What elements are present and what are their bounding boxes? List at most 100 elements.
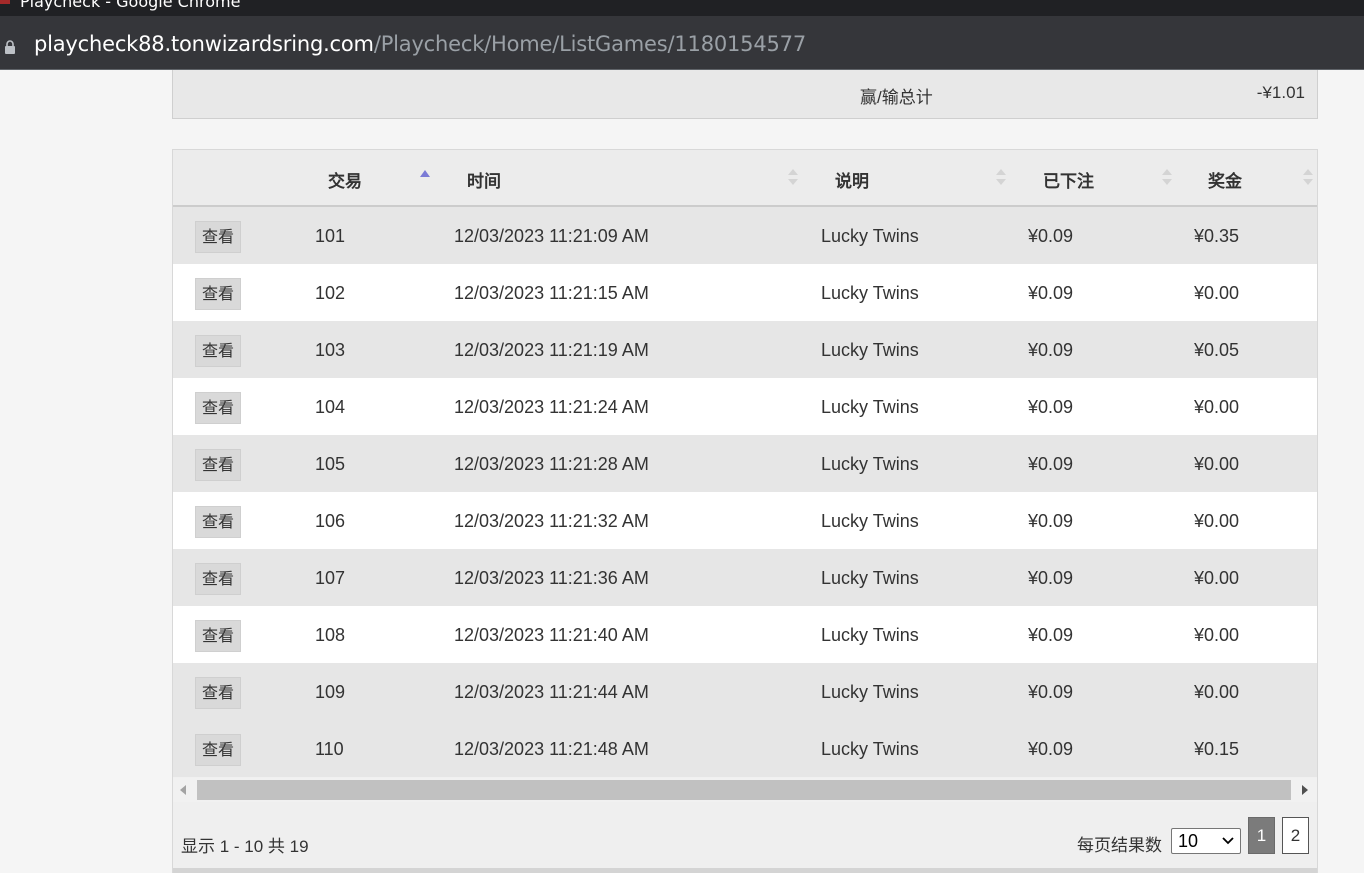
view-button[interactable]: 查看 bbox=[195, 335, 241, 367]
column-header-winnings[interactable]: 奖金 bbox=[1208, 167, 1242, 192]
winnings-cell: ¥0.00 bbox=[1194, 625, 1240, 645]
time-cell: 12/03/2023 11:21:32 AM bbox=[454, 511, 649, 531]
table-row: 查看 101 12/03/2023 11:21:09 AM Lucky Twin… bbox=[173, 207, 1317, 264]
description-cell: Lucky Twins bbox=[821, 568, 919, 588]
window-title: Playcheck - Google Chrome bbox=[20, 0, 241, 11]
table-row: 查看 110 12/03/2023 11:21:48 AM Lucky Twin… bbox=[173, 720, 1317, 777]
view-button[interactable]: 查看 bbox=[195, 449, 241, 481]
transaction-cell: 105 bbox=[315, 454, 346, 474]
time-cell: 12/03/2023 11:21:36 AM bbox=[454, 568, 649, 588]
browser-titlebar: Playcheck - Google Chrome bbox=[0, 0, 1364, 16]
page-button-2[interactable]: 2 bbox=[1282, 817, 1309, 854]
description-cell: Lucky Twins bbox=[821, 454, 919, 474]
description-cell: Lucky Twins bbox=[821, 397, 919, 417]
lock-icon[interactable] bbox=[4, 40, 16, 54]
time-cell: 12/03/2023 11:21:40 AM bbox=[454, 625, 649, 645]
results-per-page-select[interactable]: 10 bbox=[1171, 828, 1241, 854]
url-text[interactable]: playcheck88.tonwizardsring.com/Playcheck… bbox=[34, 30, 806, 58]
transaction-cell: 110 bbox=[315, 739, 344, 759]
sort-both-icon[interactable] bbox=[1161, 165, 1173, 189]
transaction-cell: 106 bbox=[315, 511, 346, 531]
horizontal-scrollbar[interactable] bbox=[173, 778, 1317, 802]
view-button[interactable]: 查看 bbox=[195, 620, 241, 652]
column-header-description[interactable]: 说明 bbox=[835, 167, 869, 192]
winnings-cell: ¥0.00 bbox=[1194, 283, 1240, 303]
sort-both-icon[interactable] bbox=[1302, 165, 1314, 189]
scrollbar-thumb[interactable] bbox=[197, 780, 1291, 800]
time-cell: 12/03/2023 11:21:44 AM bbox=[454, 682, 649, 702]
winnings-cell: ¥0.00 bbox=[1194, 397, 1240, 417]
description-cell: Lucky Twins bbox=[821, 226, 919, 246]
games-table: 交易 时间 说明 已下注 奖金 查看 101 12/03/2023 11:21:… bbox=[172, 149, 1318, 873]
description-cell: Lucky Twins bbox=[821, 625, 919, 645]
description-cell: Lucky Twins bbox=[821, 283, 919, 303]
total-win-loss-value: -¥1.01 bbox=[1256, 83, 1305, 102]
bet-cell: ¥0.09 bbox=[1028, 625, 1074, 645]
view-button[interactable]: 查看 bbox=[195, 278, 241, 310]
bet-cell: ¥0.09 bbox=[1028, 283, 1074, 303]
address-bar[interactable]: playcheck88.tonwizardsring.com/Playcheck… bbox=[0, 16, 1364, 70]
scroll-left-arrow-icon[interactable] bbox=[177, 783, 189, 797]
scroll-right-arrow-icon[interactable] bbox=[1299, 783, 1311, 797]
column-header-time[interactable]: 时间 bbox=[467, 167, 501, 192]
bet-cell: ¥0.09 bbox=[1028, 739, 1074, 759]
winnings-cell: ¥0.05 bbox=[1194, 340, 1240, 360]
winnings-cell: ¥0.00 bbox=[1194, 682, 1240, 702]
table-row: 查看 105 12/03/2023 11:21:28 AM Lucky Twin… bbox=[173, 435, 1317, 492]
table-header: 交易 时间 说明 已下注 奖金 bbox=[173, 150, 1317, 207]
table-row: 查看 103 12/03/2023 11:21:19 AM Lucky Twin… bbox=[173, 321, 1317, 378]
table-row: 查看 104 12/03/2023 11:21:24 AM Lucky Twin… bbox=[173, 378, 1317, 435]
total-win-loss-label: 赢/输总计 bbox=[860, 88, 933, 107]
bet-cell: ¥0.09 bbox=[1028, 397, 1074, 417]
table-row: 查看 106 12/03/2023 11:21:32 AM Lucky Twin… bbox=[173, 492, 1317, 549]
url-path: /Playcheck/Home/ListGames/1180154577 bbox=[373, 32, 806, 56]
bet-cell: ¥0.09 bbox=[1028, 511, 1074, 531]
bet-cell: ¥0.09 bbox=[1028, 682, 1074, 702]
time-cell: 12/03/2023 11:21:24 AM bbox=[454, 397, 649, 417]
transaction-cell: 104 bbox=[315, 397, 346, 417]
transaction-cell: 101 bbox=[315, 226, 346, 246]
bet-cell: ¥0.09 bbox=[1028, 454, 1074, 474]
description-cell: Lucky Twins bbox=[821, 682, 919, 702]
transaction-cell: 108 bbox=[315, 625, 346, 645]
table-row: 查看 109 12/03/2023 11:21:44 AM Lucky Twin… bbox=[173, 663, 1317, 720]
time-cell: 12/03/2023 11:21:28 AM bbox=[454, 454, 649, 474]
chevron-down-icon bbox=[1222, 837, 1234, 845]
winnings-cell: ¥0.15 bbox=[1194, 739, 1240, 759]
description-cell: Lucky Twins bbox=[821, 340, 919, 360]
transaction-cell: 109 bbox=[315, 682, 346, 702]
bet-cell: ¥0.09 bbox=[1028, 568, 1074, 588]
view-button[interactable]: 查看 bbox=[195, 677, 241, 709]
winnings-cell: ¥0.00 bbox=[1194, 454, 1240, 474]
table-row: 查看 108 12/03/2023 11:21:40 AM Lucky Twin… bbox=[173, 606, 1317, 663]
time-cell: 12/03/2023 11:21:09 AM bbox=[454, 226, 649, 246]
table-row: 查看 102 12/03/2023 11:21:15 AM Lucky Twin… bbox=[173, 264, 1317, 321]
sort-both-icon[interactable] bbox=[787, 165, 799, 189]
view-button[interactable]: 查看 bbox=[195, 506, 241, 538]
view-button[interactable]: 查看 bbox=[195, 221, 241, 253]
column-header-bet[interactable]: 已下注 bbox=[1043, 167, 1094, 192]
sort-both-icon[interactable] bbox=[995, 165, 1007, 189]
results-per-page-label: 每页结果数 bbox=[1077, 836, 1162, 855]
time-cell: 12/03/2023 11:21:19 AM bbox=[454, 340, 649, 360]
winnings-cell: ¥0.00 bbox=[1194, 511, 1240, 531]
time-cell: 12/03/2023 11:21:15 AM bbox=[454, 283, 649, 303]
pagination-info: 显示 1 - 10 共 19 bbox=[181, 837, 309, 856]
description-cell: Lucky Twins bbox=[821, 739, 919, 759]
column-header-transaction[interactable]: 交易 bbox=[328, 167, 362, 192]
transaction-cell: 107 bbox=[315, 568, 346, 588]
view-button[interactable]: 查看 bbox=[195, 734, 241, 766]
winnings-cell: ¥0.00 bbox=[1194, 568, 1240, 588]
view-button[interactable]: 查看 bbox=[195, 563, 241, 595]
site-favicon-icon bbox=[0, 0, 10, 4]
sort-ascending-icon[interactable] bbox=[419, 165, 431, 189]
footer-divider bbox=[173, 868, 1317, 873]
page-button-1[interactable]: 1 bbox=[1248, 817, 1275, 854]
url-host: playcheck88.tonwizardsring.com bbox=[34, 32, 374, 56]
transaction-cell: 102 bbox=[315, 283, 346, 303]
table-row: 查看 107 12/03/2023 11:21:36 AM Lucky Twin… bbox=[173, 549, 1317, 606]
view-button[interactable]: 查看 bbox=[195, 392, 241, 424]
transaction-cell: 103 bbox=[315, 340, 346, 360]
winnings-cell: ¥0.35 bbox=[1194, 226, 1240, 246]
bet-cell: ¥0.09 bbox=[1028, 226, 1074, 246]
